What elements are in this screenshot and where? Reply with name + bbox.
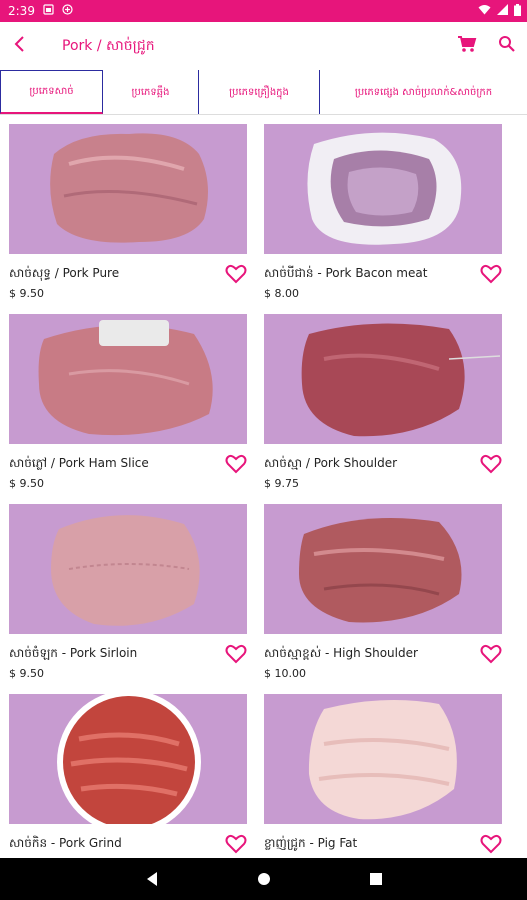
tab-label: ប្រភេទផ្សេង សាច់ប្រលាក់&សាច់ក្រក <box>354 86 493 98</box>
recents-square-icon <box>369 873 382 885</box>
favorite-button[interactable] <box>224 832 248 856</box>
product-card[interactable]: សាច់ចំឡក - Pork Sirloin $ 9.50 <box>9 494 249 684</box>
nav-home-button[interactable] <box>252 867 276 891</box>
system-nav-bar <box>0 858 527 900</box>
battery-icon <box>514 3 521 19</box>
cart-button[interactable] <box>447 22 487 70</box>
product-name: សាច់ចំឡក - Pork Sirloin <box>9 646 138 660</box>
nav-recents-button[interactable] <box>364 867 388 891</box>
favorite-button[interactable] <box>479 642 503 666</box>
product-price: $ 9.50 <box>9 287 44 300</box>
heart-outline-icon <box>225 264 247 284</box>
product-price: $ 9.50 <box>9 667 44 680</box>
product-grid: សាច់សុទ្ធ / Pork Pure $ 9.50 សាច់បីជាន់ … <box>0 114 527 858</box>
product-price: $ 9.75 <box>264 477 299 490</box>
status-time: 2:39 <box>8 4 35 18</box>
product-image <box>9 504 247 634</box>
tab-other[interactable]: ប្រភេទផ្សេង សាច់ប្រលាក់&សាច់ក្រក <box>320 70 527 114</box>
home-circle-icon <box>257 873 270 885</box>
product-name: សាច់ស្មាខ្ពស់ - High Shoulder <box>264 646 418 660</box>
product-image <box>264 314 502 444</box>
heart-outline-icon <box>225 454 247 474</box>
cell-signal-icon <box>497 4 508 18</box>
product-price: $ 10.00 <box>264 667 306 680</box>
search-button[interactable] <box>487 22 527 70</box>
page-title: Pork / សាច់ជ្រូក <box>62 37 155 54</box>
tab-offal[interactable]: ប្រភេទគ្រឿងក្នុង <box>199 70 320 114</box>
product-name: សាច់សុទ្ធ / Pork Pure <box>9 266 120 280</box>
product-price: $ 8.00 <box>264 287 299 300</box>
product-name: សាច់បីជាន់ - Pork Bacon meat <box>264 266 428 280</box>
product-name: ខ្លាញ់ជ្រូក - Pig Fat <box>264 836 358 850</box>
status-bar: 2:39 <box>0 0 527 22</box>
wifi-icon <box>478 4 491 18</box>
tab-label: ប្រភេទឆ្អឹង <box>131 86 170 98</box>
product-card[interactable]: សាច់ភ្លៅ / Pork Ham Slice $ 9.50 <box>9 304 249 494</box>
product-image <box>9 124 247 254</box>
product-name: សាច់កិន - Pork Grind <box>9 836 122 850</box>
favorite-button[interactable] <box>479 452 503 476</box>
product-card[interactable]: សាច់សុទ្ធ / Pork Pure $ 9.50 <box>9 114 249 304</box>
product-image <box>264 504 502 634</box>
favorite-button[interactable] <box>224 642 248 666</box>
tab-meat[interactable]: ប្រភេទសាច់ <box>0 70 103 114</box>
product-image <box>9 694 247 824</box>
product-image <box>264 124 502 254</box>
heart-outline-icon <box>480 264 502 284</box>
product-name: សាច់ភ្លៅ / Pork Ham Slice <box>9 456 149 470</box>
heart-outline-icon <box>225 834 247 854</box>
product-card[interactable]: សាច់បីជាន់ - Pork Bacon meat $ 8.00 <box>264 114 504 304</box>
favorite-button[interactable] <box>479 832 503 856</box>
back-button[interactable] <box>0 22 40 70</box>
favorite-button[interactable] <box>479 262 503 286</box>
favorite-button[interactable] <box>224 262 248 286</box>
data-saver-icon <box>62 4 73 18</box>
product-image <box>9 314 247 444</box>
heart-outline-icon <box>480 834 502 854</box>
sim-icon <box>43 4 54 18</box>
category-tabs: ប្រភេទសាច់ ប្រភេទឆ្អឹង ប្រភេទគ្រឿងក្នុង … <box>0 70 527 115</box>
product-name: សាច់ស្មា / Pork Shoulder <box>264 456 398 470</box>
nav-back-button[interactable] <box>140 867 164 891</box>
search-icon <box>498 35 516 57</box>
favorite-button[interactable] <box>224 452 248 476</box>
product-card[interactable]: សាច់កិន - Pork Grind <box>9 684 249 858</box>
product-card[interactable]: សាច់ស្មា / Pork Shoulder $ 9.75 <box>264 304 504 494</box>
tab-label: ប្រភេទសាច់ <box>29 86 74 97</box>
heart-outline-icon <box>480 454 502 474</box>
product-price: $ 9.50 <box>9 477 44 490</box>
product-card[interactable]: សាច់ស្មាខ្ពស់ - High Shoulder $ 10.00 <box>264 494 504 684</box>
tab-label: ប្រភេទគ្រឿងក្នុង <box>229 86 289 98</box>
cart-icon <box>457 35 477 57</box>
app-bar: Pork / សាច់ជ្រូក <box>0 22 527 70</box>
tab-bone[interactable]: ប្រភេទឆ្អឹង <box>103 70 199 114</box>
product-card[interactable]: ខ្លាញ់ជ្រូក - Pig Fat <box>264 684 504 858</box>
chevron-left-icon <box>13 35 27 57</box>
heart-outline-icon <box>225 644 247 664</box>
product-image <box>264 694 502 824</box>
back-triangle-icon <box>146 872 157 886</box>
heart-outline-icon <box>480 644 502 664</box>
